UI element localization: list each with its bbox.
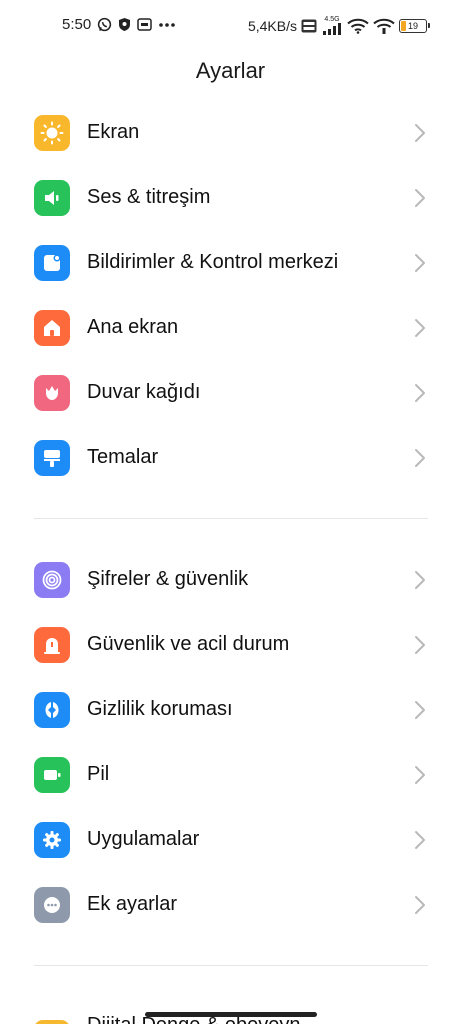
chevron-right-icon [415,123,425,142]
menu-item-label: Ana ekran [87,316,179,338]
chevron-right-icon [415,188,425,207]
menu-item-label: Ek ayarlar [87,893,178,915]
network-speed: 5,4KB/s [247,17,297,34]
chevron-right-icon [415,570,425,589]
status-bar-right: 5,4KB/s 4.5G 19 [247,16,430,35]
section-divider [34,518,428,519]
battery-icon: 19 [399,18,430,33]
signal-icon: 4.5G [321,16,343,35]
menu-item-ana-ekran[interactable]: Ana ekran [0,295,461,360]
menu-item-pil[interactable]: Pil [0,742,461,807]
menu-item-label: Gizlilik koruması [87,698,233,720]
menu-item-label: Temalar [87,446,159,468]
section-divider [34,965,428,966]
menu-item-ek-ayarlar[interactable]: Ek ayarlar [0,872,461,937]
tulip-icon [34,374,70,411]
speaker-icon [34,179,70,216]
menu-item-label: Pil [87,763,110,785]
menu-item-label: Şifreler & güvenlik [87,568,249,590]
network-type: 4.5G [324,16,340,23]
sun-icon [34,114,70,151]
status-bar-left: 5:50 [62,16,176,33]
menu-item-label: Bildirimler & Kontrol merkezi [87,251,339,273]
emergency-icon [34,626,70,663]
menu-item-label: Güvenlik ve acil durum [87,633,290,655]
menu-item-label: Ses & titreşim [87,186,211,208]
settings-group-system: Şifreler & güvenlik Güvenlik ve acil dur… [0,547,461,937]
privacy-icon [34,691,70,728]
menu-item-label: Duvar kağıdı [87,381,201,403]
menu-item-ses-titresim[interactable]: Ses & titreşim [0,165,461,230]
chevron-right-icon [415,635,425,654]
chevron-right-icon [415,448,425,467]
volte-icon [301,19,317,33]
chevron-right-icon [415,383,425,402]
menu-item-label: Ekran [87,121,140,143]
menu-item-uygulamalar[interactable]: Uygulamalar [0,807,461,872]
digital-wellbeing-icon [34,1020,70,1024]
menu-item-guvenlik-acil[interactable]: Güvenlik ve acil durum [0,612,461,677]
menu-item-sifreler-guvenlik[interactable]: Şifreler & güvenlik [0,547,461,612]
battery-level: 19 [407,20,418,31]
chevron-right-icon [415,700,425,719]
menu-item-gizlilik[interactable]: Gizlilik koruması [0,677,461,742]
menu-item-ekran[interactable]: Ekran [0,100,461,165]
id-card-icon [137,18,152,31]
menu-item-label: Uygulamalar [87,828,200,850]
page-title: Ayarlar [195,58,266,83]
notification-icon [34,244,70,281]
status-bar: 5:50 5,4KB/s 4.5G 19 [0,0,461,50]
chevron-right-icon [415,765,425,784]
more-settings-icon [34,886,70,923]
home-indicator[interactable] [145,1012,317,1017]
battery-app-icon [34,756,70,793]
chevron-right-icon [415,830,425,849]
status-time: 5:50 [62,16,92,33]
more-dots-icon [158,22,176,28]
gear-icon [34,821,70,858]
shield-icon [118,17,131,32]
menu-item-temalar[interactable]: Temalar [0,425,461,490]
fingerprint-icon [34,561,70,598]
menu-item-bildirimler[interactable]: Bildirimler & Kontrol merkezi [0,230,461,295]
whatsapp-icon [97,17,112,32]
hotspot-icon [373,18,395,34]
paint-roller-icon [34,439,70,476]
home-icon [34,309,70,346]
wifi-icon [347,18,369,34]
settings-group-display: Ekran Ses & titreşim Bildirimler & Kontr… [0,100,461,490]
chevron-right-icon [415,318,425,337]
chevron-right-icon [415,895,425,914]
chevron-right-icon [415,253,425,272]
menu-item-duvar-kagidi[interactable]: Duvar kağıdı [0,360,461,425]
